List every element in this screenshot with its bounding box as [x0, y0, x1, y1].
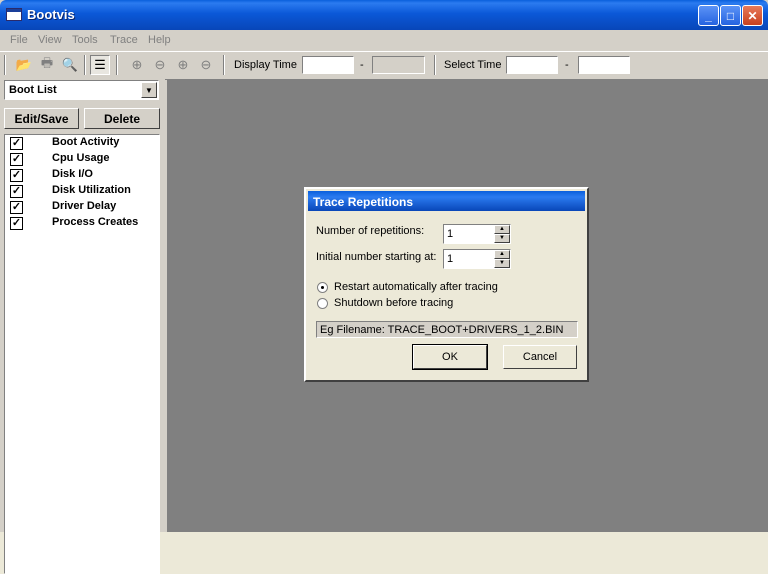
toolbar-separator — [223, 55, 225, 75]
menu-bar: File View Tools Trace Help — [0, 30, 768, 50]
trace-repetitions-dialog: Trace Repetitions Number of repetitions:… — [304, 187, 589, 382]
title-bar[interactable]: Bootvis _ □ ✕ — [0, 0, 768, 30]
display-time-label: Display Time — [234, 59, 297, 71]
repetitions-spin-buttons: ▲ ▼ — [494, 225, 510, 243]
close-button[interactable]: ✕ — [742, 5, 763, 26]
filename-example-box: Eg Filename: TRACE_BOOT+DRIVERS_1_2.BIN — [316, 321, 578, 338]
checkbox-checked-icon[interactable]: ✓ — [10, 217, 23, 230]
ok-button[interactable]: OK — [412, 344, 488, 370]
print-icon[interactable]: 🖶 — [37, 55, 57, 75]
repetitions-label: Number of repetitions: — [316, 225, 425, 237]
restart-radio-label[interactable]: Restart automatically after tracing — [334, 281, 498, 293]
maximize-button[interactable]: □ — [720, 5, 741, 26]
spin-up-icon[interactable]: ▲ — [494, 250, 510, 259]
checkbox-checked-icon[interactable]: ✓ — [10, 201, 23, 214]
delete-button[interactable]: Delete — [84, 108, 160, 129]
list-item[interactable]: ✓ Driver Delay — [5, 199, 155, 215]
list-item-label: Driver Delay — [52, 200, 117, 212]
list-item[interactable]: ✓ Boot Activity — [5, 135, 155, 151]
select-time-label: Select Time — [444, 59, 502, 71]
checkbox-checked-icon[interactable]: ✓ — [10, 169, 23, 182]
display-time-end-input[interactable] — [372, 56, 425, 74]
spin-up-icon[interactable]: ▲ — [494, 225, 510, 234]
zoom-reset-icon[interactable]: ⊖ — [196, 55, 216, 75]
zoom-out-icon[interactable]: ⊖ — [150, 55, 170, 75]
repetitions-spinner[interactable]: 1 ▲ ▼ — [443, 224, 511, 244]
filename-example: Eg Filename: TRACE_BOOT+DRIVERS_1_2.BIN — [320, 324, 564, 336]
select-time-dash: - — [565, 59, 569, 71]
minimize-button[interactable]: _ — [698, 5, 719, 26]
list-item-label: Disk I/O — [52, 168, 93, 180]
zoom-in-icon[interactable]: ⊕ — [127, 55, 147, 75]
restart-radio[interactable] — [317, 282, 328, 293]
edit-save-button[interactable]: Edit/Save — [4, 108, 79, 129]
spin-down-icon[interactable]: ▼ — [494, 259, 510, 268]
menu-file[interactable]: File — [10, 34, 28, 46]
menu-help[interactable]: Help — [148, 34, 171, 46]
app-icon — [6, 8, 22, 21]
shutdown-radio-label[interactable]: Shutdown before tracing — [334, 297, 453, 309]
select-time-start-input[interactable] — [506, 56, 558, 74]
toolbar-grip — [4, 55, 6, 75]
list-item-label: Boot Activity — [52, 136, 120, 148]
dialog-title-bar[interactable]: Trace Repetitions — [308, 191, 585, 211]
list-item[interactable]: ✓ Process Creates — [5, 215, 155, 231]
zoom-selection-icon[interactable]: ⊕ — [173, 55, 193, 75]
left-panel: Boot List ▼ Edit/Save Delete ✓ Boot Acti… — [0, 79, 165, 574]
initial-number-label: Initial number starting at: — [316, 251, 437, 263]
list-item-label: Disk Utilization — [52, 184, 131, 196]
checkbox-checked-icon[interactable]: ✓ — [10, 185, 23, 198]
spin-down-icon[interactable]: ▼ — [494, 234, 510, 243]
select-time-end-input[interactable] — [578, 56, 630, 74]
dialog-title: Trace Repetitions — [313, 195, 414, 209]
window-title: Bootvis — [27, 7, 75, 22]
toolbar-separator — [116, 55, 118, 75]
checkbox-checked-icon[interactable]: ✓ — [10, 153, 23, 166]
display-time-start-input[interactable] — [302, 56, 354, 74]
display-time-dash: - — [360, 59, 364, 71]
chevron-down-icon[interactable]: ▼ — [141, 82, 157, 98]
list-view-icon[interactable]: ☰ — [90, 55, 110, 75]
toolbar-separator — [434, 55, 436, 75]
list-item-label: Cpu Usage — [52, 152, 110, 164]
list-item[interactable]: ✓ Disk Utilization — [5, 183, 155, 199]
repetitions-value: 1 — [447, 228, 454, 240]
checkbox-checked-icon[interactable]: ✓ — [10, 137, 23, 150]
boot-list-combo[interactable]: Boot List ▼ — [4, 80, 159, 100]
toolbar: 📂 🖶 🔍 ☰ ⊕ ⊖ ⊕ ⊖ Display Time - Select Ti… — [0, 51, 768, 80]
bootvis-window: Bootvis _ □ ✕ File View Tools Trace Help… — [0, 0, 768, 574]
graph-list: ✓ Boot Activity ✓ Cpu Usage ✓ Disk I/O ✓… — [4, 134, 160, 574]
print-preview-icon[interactable]: 🔍 — [60, 55, 80, 75]
open-folder-icon[interactable]: 📂 — [14, 55, 34, 75]
cancel-button[interactable]: Cancel — [503, 345, 577, 369]
initial-number-spin-buttons: ▲ ▼ — [494, 250, 510, 268]
menu-trace[interactable]: Trace — [110, 34, 138, 46]
toolbar-separator — [84, 55, 86, 75]
initial-number-spinner[interactable]: 1 ▲ ▼ — [443, 249, 511, 269]
boot-list-value: Boot List — [9, 84, 57, 96]
list-item[interactable]: ✓ Disk I/O — [5, 167, 155, 183]
list-item-label: Process Creates — [52, 216, 139, 228]
menu-view[interactable]: View — [38, 34, 62, 46]
shutdown-radio[interactable] — [317, 298, 328, 309]
menu-tools[interactable]: Tools — [72, 34, 98, 46]
list-item[interactable]: ✓ Cpu Usage — [5, 151, 155, 167]
initial-number-value: 1 — [447, 253, 454, 265]
